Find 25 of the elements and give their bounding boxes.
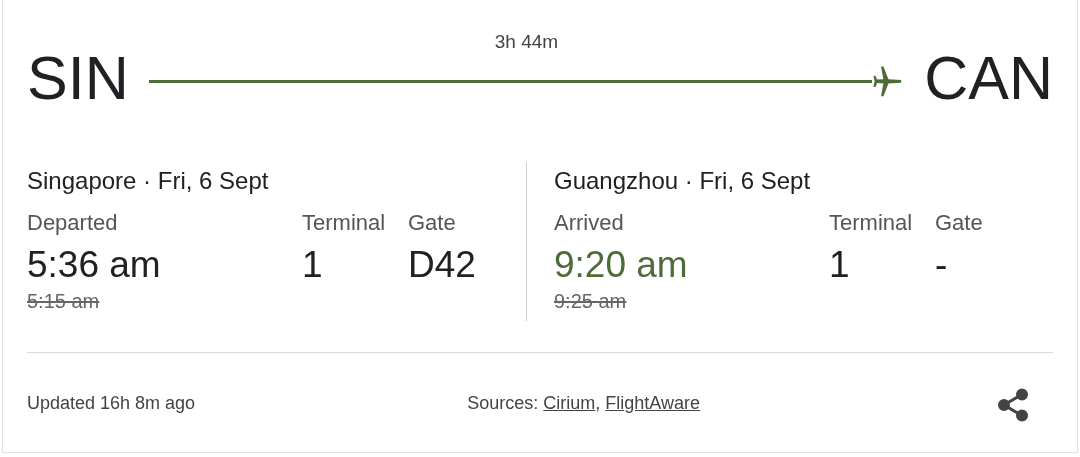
flight-duration: 3h 44m xyxy=(494,30,559,53)
gate-label: Gate xyxy=(935,210,984,236)
terminal-label: Terminal xyxy=(829,210,914,236)
sources-label: Sources: xyxy=(467,392,539,414)
gate-number: D42 xyxy=(408,244,477,286)
gate-number: - xyxy=(935,244,949,286)
terminal-number: 1 xyxy=(829,244,851,286)
source-link[interactable]: FlightAware xyxy=(605,392,700,414)
actual-time: 5:36 am xyxy=(27,244,162,286)
place-date: Singapore · Fri, 6 Sept xyxy=(27,167,270,195)
updated-text: Updated 16h 8m ago xyxy=(27,392,196,414)
scheduled-time: 5:15 am xyxy=(27,290,101,313)
airport-code: CAN xyxy=(924,47,1053,109)
terminal-number: 1 xyxy=(302,244,324,286)
terminal-label: Terminal xyxy=(302,210,387,236)
place-date: Guangzhou · Fri, 6 Sept xyxy=(554,167,812,195)
scheduled-time: 9:25 am xyxy=(554,290,628,313)
gate-label: Gate xyxy=(408,210,457,236)
share-icon[interactable] xyxy=(995,387,1031,423)
actual-time: 9:20 am xyxy=(554,244,689,286)
status-label: Arrived xyxy=(554,210,625,236)
source-link[interactable]: Cirium xyxy=(543,392,596,414)
comma: , xyxy=(595,392,601,414)
status-label: Departed xyxy=(27,210,119,236)
airport-code: SIN xyxy=(27,47,129,109)
